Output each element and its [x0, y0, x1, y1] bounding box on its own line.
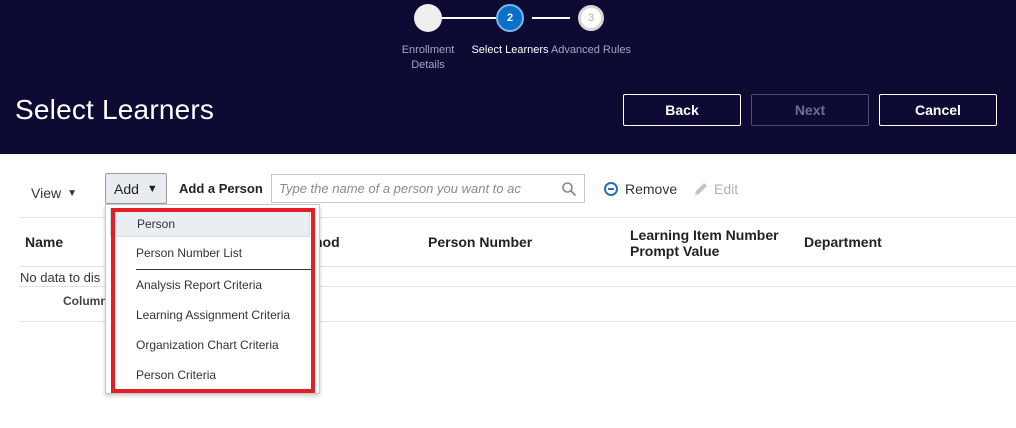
page-header: 2 3 Enrollment Details Select Learners A… [0, 0, 1016, 154]
caret-down-icon: ▼ [67, 187, 77, 199]
add-menu-button[interactable]: Add ▼ [105, 173, 167, 204]
add-person-label: Add a Person [179, 181, 263, 196]
menu-separator [136, 269, 311, 270]
menu-item-analysis-report-criteria[interactable]: Analysis Report Criteria [136, 278, 262, 292]
remove-button[interactable]: Remove [604, 181, 677, 197]
train-stop-advanced-rules[interactable]: 3 [578, 5, 604, 31]
column-header-line: Prompt Value [630, 243, 720, 259]
column-header-learning-item-number[interactable]: Learning Item Number Prompt Value [630, 227, 779, 259]
train-label-line: Details [411, 59, 445, 71]
pencil-icon [695, 183, 707, 195]
add-button-label: Add [114, 180, 139, 197]
menu-item-organization-chart-criteria[interactable]: Organization Chart Criteria [136, 338, 279, 352]
train-connector [442, 17, 496, 19]
menu-item-learning-assignment-criteria[interactable]: Learning Assignment Criteria [136, 308, 290, 322]
train-label-select-learners: Select Learners [471, 44, 549, 56]
view-menu-label: View [31, 185, 62, 201]
column-header-department[interactable]: Department [804, 234, 882, 250]
columns-label: Column [63, 294, 108, 308]
person-search-input[interactable] [272, 175, 552, 202]
view-menu[interactable]: View ▼ [31, 185, 77, 201]
train-stop-enrollment-details[interactable] [414, 4, 442, 32]
next-button[interactable]: Next [751, 94, 869, 126]
train-label-enrollment-details: Enrollment Details [396, 43, 460, 73]
minus-circle-icon [604, 182, 618, 196]
train-label-line: Enrollment [401, 44, 455, 56]
train-stop-select-learners[interactable]: 2 [496, 4, 524, 32]
cancel-button[interactable]: Cancel [879, 94, 997, 126]
edit-button[interactable]: Edit [693, 181, 738, 197]
back-button[interactable]: Back [623, 94, 741, 126]
edit-label: Edit [714, 181, 739, 197]
menu-item-person[interactable]: Person [110, 209, 310, 237]
menu-item-person-number-list[interactable]: Person Number List [136, 246, 242, 260]
train-label-advanced-rules: Advanced Rules [550, 44, 632, 56]
no-data-message: No data to dis [20, 270, 101, 285]
search-icon[interactable] [561, 181, 577, 197]
caret-down-icon: ▼ [146, 182, 158, 195]
add-dropdown-menu: Person Person Number List Analysis Repor… [105, 204, 320, 394]
column-header-name[interactable]: Name [25, 234, 63, 250]
page-title: Select Learners [15, 94, 215, 125]
progress-train: 2 3 Enrollment Details Select Learners A… [0, 0, 1016, 80]
menu-item-label: Person [137, 217, 176, 231]
column-header-person-number[interactable]: Person Number [428, 234, 532, 250]
column-header-line: Learning Item Number [630, 227, 779, 243]
remove-label: Remove [625, 181, 678, 197]
person-search-box[interactable] [271, 174, 585, 203]
train-connector [532, 17, 570, 19]
menu-item-person-criteria[interactable]: Person Criteria [136, 368, 216, 382]
